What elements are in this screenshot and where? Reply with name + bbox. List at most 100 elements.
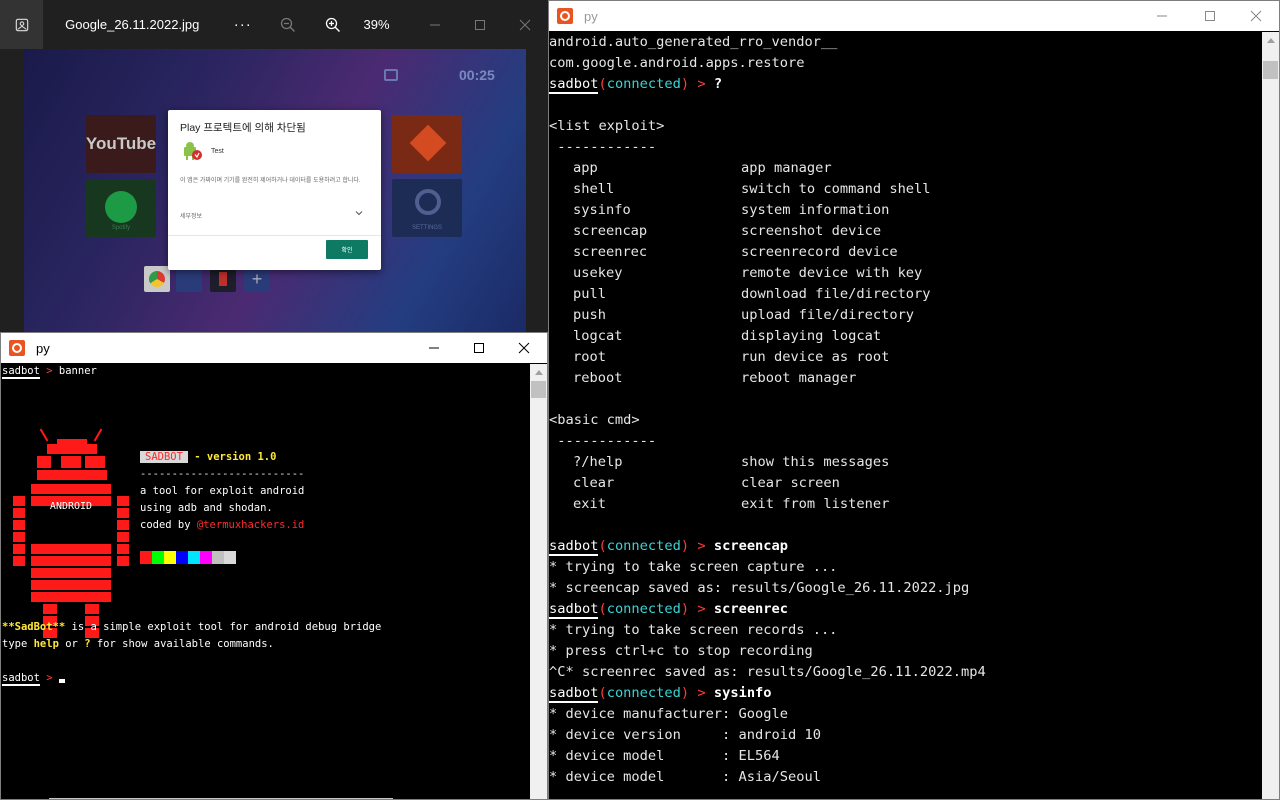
close-button[interactable] xyxy=(1233,1,1279,31)
author-handle: @termuxhackers.id xyxy=(196,519,305,531)
gear-icon xyxy=(415,189,441,215)
output-line: * screencap saved as: results/Google_26.… xyxy=(549,580,970,596)
dialog-message: 이 앱은 가짜이며 기기를 완전히 제어하거나 데이터를 도용하려고 합니다. xyxy=(180,178,361,184)
output-line: * press ctrl+c to stop recording xyxy=(549,643,813,659)
android-art-block xyxy=(13,496,25,506)
basic-cmd-list: ?/help show this messages clear clear scree… xyxy=(549,452,1263,515)
android-art-block xyxy=(31,592,111,602)
zoom-level[interactable]: 39% xyxy=(364,17,413,32)
spotify-caption: Spotify xyxy=(111,225,131,231)
prompt-paren: ) xyxy=(680,76,690,92)
vertical-scrollbar[interactable] xyxy=(530,364,547,799)
banner-coded-line: coded by @termuxhackers.id xyxy=(140,518,304,532)
scrollbar-thumb[interactable] xyxy=(1263,61,1278,79)
command-text: banner xyxy=(58,365,97,377)
android-art-block xyxy=(85,604,99,614)
viewer-minimize-button[interactable] xyxy=(413,0,458,49)
section-separator: ------------ xyxy=(549,139,657,155)
palette-swatch xyxy=(188,551,200,564)
command-name: shell xyxy=(573,181,615,197)
minimize-icon xyxy=(430,24,441,25)
exploit-list: app app manager shell switch to command she… xyxy=(549,158,1263,389)
terminal-output[interactable]: sadbot > banner ANDROID SADBOT - version… xyxy=(1,364,531,799)
help-hint-line: type help or ? for show available comman… xyxy=(2,637,274,651)
scroll-up-arrow[interactable] xyxy=(530,364,547,381)
close-icon xyxy=(518,342,530,354)
android-art-block xyxy=(31,580,111,590)
prompt-name: sadbot xyxy=(549,601,599,619)
output-line: com.google.android.apps.restore xyxy=(549,55,805,71)
scrollbar-thumb[interactable] xyxy=(531,381,546,398)
command-description: exit from listener xyxy=(741,496,890,512)
more-options-button[interactable]: ··· xyxy=(220,0,265,49)
prompt-line: sadbot(connected) > ? xyxy=(549,74,1263,95)
command-name: exit xyxy=(573,496,606,512)
viewer-close-button[interactable] xyxy=(503,0,548,49)
zoom-out-icon xyxy=(280,17,295,32)
prompt-line: sadbot(connected) > sysinfo xyxy=(549,683,1263,704)
command-description: run device as root xyxy=(741,349,890,365)
android-art-block xyxy=(43,604,57,614)
help-keyword: help xyxy=(33,638,59,650)
terminal-title: py xyxy=(36,340,50,356)
command-name: screencap xyxy=(573,223,648,239)
viewer-maximize-button[interactable] xyxy=(458,0,503,49)
photo-viewer-window: Google_26.11.2022.jpg ··· 39% 00:25 YouT… xyxy=(0,0,548,332)
command-text: ? xyxy=(713,76,723,92)
command-description: upload file/directory xyxy=(741,307,915,323)
list-item: reboot reboot manager xyxy=(549,368,1263,389)
android-art-block xyxy=(61,456,81,468)
ubuntu-icon xyxy=(9,340,25,356)
minimize-button[interactable] xyxy=(1139,1,1185,31)
maximize-button[interactable] xyxy=(456,333,502,363)
android-art-block xyxy=(13,544,25,554)
palette-swatch xyxy=(200,551,212,564)
android-art-block xyxy=(85,456,105,468)
command-name: root xyxy=(573,349,606,365)
command-name: pull xyxy=(573,286,606,302)
scroll-up-arrow[interactable] xyxy=(1262,32,1279,49)
close-button[interactable] xyxy=(501,333,547,363)
zoom-out-button[interactable] xyxy=(265,0,310,49)
android-art-block xyxy=(31,568,111,578)
list-item: ?/help show this messages xyxy=(549,452,1263,473)
hint-text: for show available commands. xyxy=(90,638,274,650)
palette-swatch xyxy=(212,551,224,564)
vertical-scrollbar[interactable] xyxy=(1262,32,1279,799)
banner-rule: -------------------------- xyxy=(140,468,305,480)
close-icon xyxy=(520,19,531,30)
list-item: screencap screenshot device xyxy=(549,221,1263,242)
list-item: clear clear screen xyxy=(549,473,1263,494)
palette-swatch xyxy=(224,551,236,564)
image-icon[interactable] xyxy=(0,0,44,49)
text-cursor xyxy=(58,679,65,683)
banner-title-line: SADBOT - version 1.0 xyxy=(140,450,276,464)
youtube-logo: YouTube xyxy=(85,134,157,153)
about-text: is a simple exploit tool for android deb… xyxy=(65,621,382,633)
minimize-button[interactable] xyxy=(411,333,457,363)
command-description: app manager xyxy=(741,160,832,176)
android-art-block xyxy=(13,556,25,566)
sadbot-name: **SadBot** xyxy=(2,621,66,633)
maximize-icon xyxy=(475,19,486,30)
list-item: shell switch to command shell xyxy=(549,179,1263,200)
command-description: system information xyxy=(741,202,890,218)
android-art-block xyxy=(117,496,129,506)
output-line: * device model : EL564 xyxy=(549,748,780,764)
list-item: root run device as root xyxy=(549,347,1263,368)
spotify-tile: Spotify xyxy=(86,179,156,237)
prompt-name: sadbot xyxy=(549,685,599,703)
android-label-box xyxy=(31,520,111,542)
zoom-in-button[interactable] xyxy=(310,0,355,49)
play-icon xyxy=(409,124,447,162)
command-description: reboot manager xyxy=(741,370,857,386)
prompt-arrow: > xyxy=(689,538,714,554)
android-art-block xyxy=(117,520,129,530)
terminal-titlebar: py xyxy=(549,1,1279,31)
minimize-icon xyxy=(429,347,439,349)
command-description: remote device with key xyxy=(741,265,923,281)
maximize-button[interactable] xyxy=(1187,1,1233,31)
viewer-filename: Google_26.11.2022.jpg xyxy=(65,17,200,32)
terminal-output[interactable]: android.auto_generated_rro_vendor__ com.… xyxy=(549,32,1263,799)
